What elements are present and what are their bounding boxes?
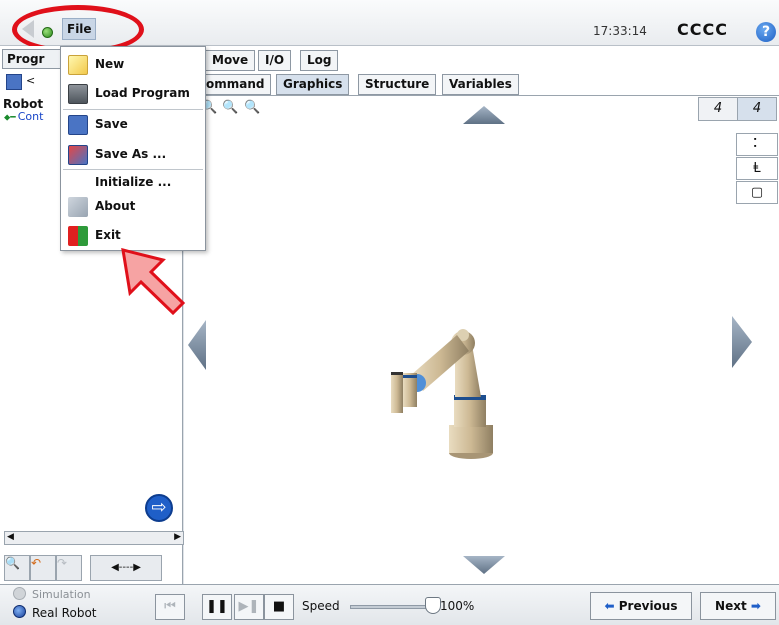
stop-button[interactable]: ■: [264, 594, 294, 620]
tab-structure[interactable]: Structure: [358, 74, 437, 95]
view-option-1-button[interactable]: 4: [698, 97, 738, 121]
tab-variables[interactable]: Variables: [442, 74, 519, 95]
tab-graphics[interactable]: Graphics: [276, 74, 350, 95]
clock: 17:33:14: [593, 24, 647, 38]
menu-item-label: Initialize ...: [95, 175, 172, 189]
undo-icon[interactable]: ↶: [30, 555, 56, 581]
save-as-icon: [68, 145, 88, 165]
step-button[interactable]: ▶❚: [234, 594, 264, 620]
simulation-label: Simulation: [32, 588, 91, 601]
floppy-disk-icon: [68, 115, 88, 135]
menu-item-label: About: [95, 199, 136, 213]
real-robot-label: Real Robot: [32, 606, 97, 620]
previous-button[interactable]: ⬅ Previous: [590, 592, 692, 620]
zoom-in-icon[interactable]: 🔍: [222, 100, 238, 115]
menu-item-save[interactable]: Save: [61, 110, 205, 139]
arrow-right-icon: ➡: [750, 599, 761, 613]
scroll-right-icon[interactable]: ▶: [174, 532, 181, 542]
real-robot-radio[interactable]: [13, 605, 26, 618]
speed-value: 100%: [440, 599, 475, 613]
menu-item-label: Exit: [95, 228, 121, 242]
show-waypoints-icon[interactable]: ⠅: [736, 133, 778, 156]
robot-name: CCCC: [677, 20, 728, 39]
arrow-left-icon: ⬅: [604, 599, 615, 613]
tree-node-robot[interactable]: Robot: [3, 97, 43, 111]
tree-node-control[interactable]: Cont: [4, 110, 44, 123]
file-dropdown-menu: New Load Program Save Save As ... Initia…: [60, 46, 206, 251]
menu-item-save-as[interactable]: Save As ...: [61, 140, 205, 169]
tab-command[interactable]: ommand: [203, 74, 272, 95]
tab-io[interactable]: I/O: [258, 50, 292, 71]
help-icon[interactable]: ?: [756, 22, 776, 42]
search-icon[interactable]: 🔍: [4, 555, 30, 581]
menu-item-label: New: [95, 57, 125, 71]
menu-item-label: Load Program: [95, 86, 190, 100]
speed-slider-handle[interactable]: [425, 597, 441, 614]
zoom-out-icon[interactable]: 🔍: [244, 100, 260, 115]
menu-item-about[interactable]: About: [61, 192, 205, 221]
folder-icon: [68, 84, 88, 104]
exit-door-icon: [68, 226, 88, 246]
tab-program[interactable]: Progr: [2, 49, 62, 69]
horizontal-scrollbar[interactable]: ◀ ▶: [4, 531, 184, 545]
toolbar-text: <: [26, 74, 36, 87]
skip-to-start-button[interactable]: ⏮: [155, 594, 185, 620]
previous-label: Previous: [618, 599, 678, 613]
tab-move[interactable]: Move: [205, 50, 256, 71]
pause-button[interactable]: ❚❚: [202, 594, 232, 620]
tab-log[interactable]: Log: [300, 50, 339, 71]
save-program-icon[interactable]: [6, 74, 22, 90]
redo-icon[interactable]: ↷: [56, 555, 82, 581]
annotation-arrow-icon: [121, 247, 186, 315]
robot-arm-3d-model: [391, 329, 493, 459]
next-button[interactable]: Next ➡: [700, 592, 776, 620]
scroll-left-icon[interactable]: ◀: [7, 532, 14, 542]
tree-toolbar: 🔍 ↶ ↷ ◀----▶: [4, 555, 184, 581]
show-boundaries-icon[interactable]: ▢: [736, 181, 778, 204]
new-file-icon: [68, 55, 88, 75]
ur-logo-icon: [68, 197, 88, 217]
show-path-icon[interactable]: Ⱡ: [736, 157, 778, 180]
menu-item-load-program[interactable]: Load Program: [61, 79, 205, 108]
move-node-button[interactable]: ◀----▶: [90, 555, 162, 581]
menu-item-label: Save: [95, 117, 128, 131]
menu-item-new[interactable]: New: [61, 50, 205, 79]
view-option-2-button[interactable]: 4: [737, 97, 777, 121]
next-label: Next: [715, 599, 747, 613]
speed-label: Speed: [302, 599, 340, 613]
simulation-radio[interactable]: [13, 587, 26, 600]
menu-item-label: Save As ...: [95, 147, 167, 161]
go-to-node-button[interactable]: ⇨: [145, 494, 173, 522]
